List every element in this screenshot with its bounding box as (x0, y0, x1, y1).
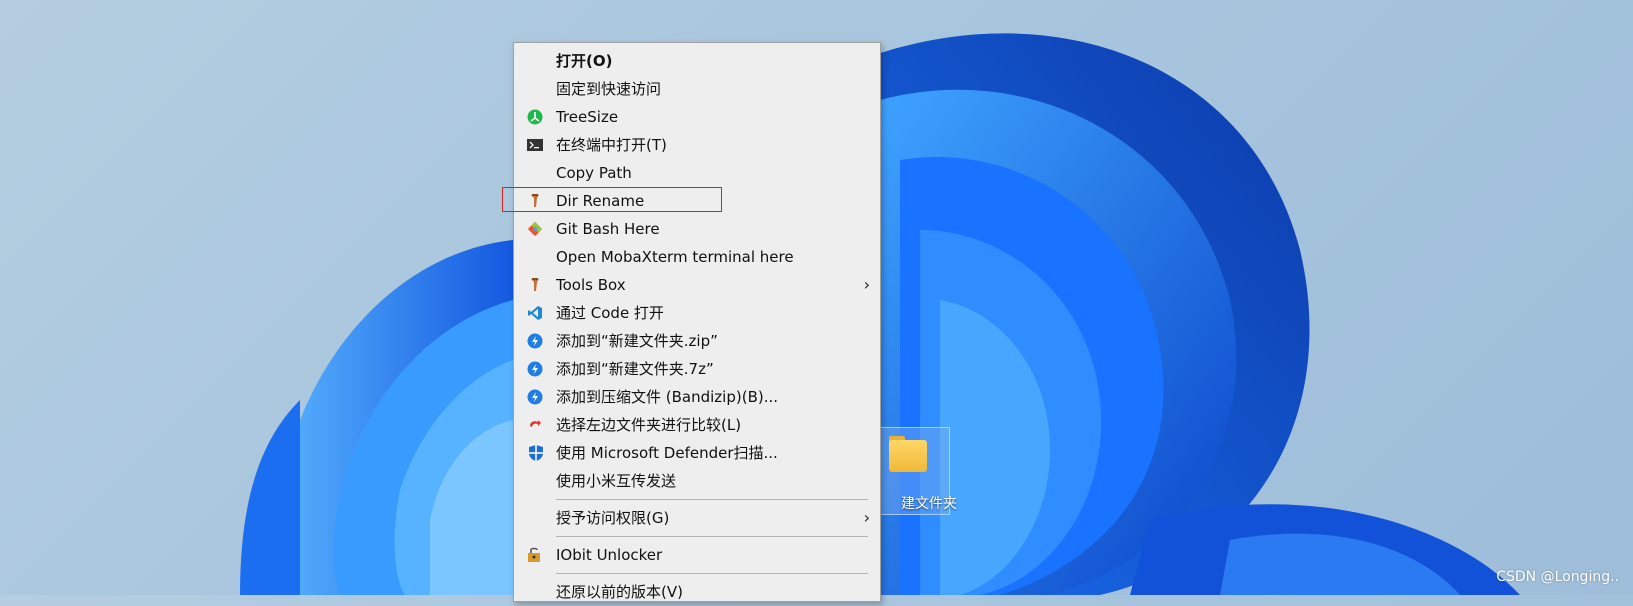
menu-item-pin-quick-access[interactable]: 固定到快速访问 (514, 75, 880, 103)
menu-item-add-archive[interactable]: 添加到压缩文件 (Bandizip)(B)... (514, 383, 880, 411)
menu-item-label: IObit Unlocker (556, 546, 663, 564)
menu-item-copy-path[interactable]: Copy Path (514, 159, 880, 187)
context-menu: 打开(O) 固定到快速访问 TreeSize 在终端中打开(T) Copy Pa… (513, 42, 881, 602)
git-icon (527, 221, 543, 237)
menu-item-add-7z[interactable]: 添加到“新建文件夹.7z” (514, 355, 880, 383)
menu-item-xiaomi-share[interactable]: 使用小米互传发送 (514, 467, 880, 495)
chevron-right-icon: › (863, 275, 870, 294)
menu-item-treesize[interactable]: TreeSize (514, 103, 880, 131)
menu-item-label: 在终端中打开(T) (556, 136, 667, 154)
menu-item-label: TreeSize (556, 108, 619, 126)
menu-item-open-in-terminal[interactable]: 在终端中打开(T) (514, 131, 880, 159)
tools-icon (527, 277, 543, 293)
menu-item-label: Open MobaXterm terminal here (556, 248, 794, 266)
menu-item-compare-left[interactable]: 选择左边文件夹进行比较(L) (514, 411, 880, 439)
vscode-icon (527, 305, 543, 321)
menu-item-open[interactable]: 打开(O) (514, 47, 880, 75)
bandizip-icon (527, 361, 543, 377)
menu-item-restore-previous[interactable]: 还原以前的版本(V) (514, 578, 880, 606)
menu-item-label: 添加到压缩文件 (Bandizip)(B)... (556, 388, 779, 406)
menu-item-add-zip[interactable]: 添加到“新建文件夹.zip” (514, 327, 880, 355)
menu-item-mobaxterm[interactable]: Open MobaXterm terminal here (514, 243, 880, 271)
menu-item-label: 添加到“新建文件夹.zip” (556, 332, 718, 350)
bandizip-icon (527, 333, 543, 349)
menu-item-git-bash[interactable]: Git Bash Here (514, 215, 880, 243)
compare-icon (527, 417, 543, 433)
annotation-highlight-box (502, 187, 722, 212)
terminal-icon (527, 137, 543, 153)
folder-icon (889, 440, 927, 472)
defender-icon (527, 445, 543, 461)
menu-separator (556, 573, 868, 574)
chevron-right-icon: › (863, 508, 870, 527)
menu-item-label: 使用 Microsoft Defender扫描... (556, 444, 778, 462)
menu-item-label: 添加到“新建文件夹.7z” (556, 360, 714, 378)
watermark: CSDN @Longing.. (1496, 569, 1619, 585)
menu-item-label: Tools Box (556, 276, 626, 294)
desktop-folder-selected[interactable]: 建文件夹 (880, 427, 957, 515)
menu-item-label: 打开(O) (556, 52, 613, 70)
menu-item-defender-scan[interactable]: 使用 Microsoft Defender扫描... (514, 439, 880, 467)
menu-item-label: 授予访问权限(G) (556, 509, 670, 527)
menu-item-label: 还原以前的版本(V) (556, 583, 683, 601)
menu-item-grant-access[interactable]: 授予访问权限(G) › (514, 504, 880, 532)
menu-item-label: 通过 Code 打开 (556, 304, 664, 322)
unlocker-icon (527, 547, 543, 563)
menu-item-iobit-unlocker[interactable]: IObit Unlocker (514, 541, 880, 569)
menu-item-label: 选择左边文件夹进行比较(L) (556, 416, 742, 434)
menu-item-label: Git Bash Here (556, 220, 660, 238)
menu-item-tools-box[interactable]: Tools Box › (514, 271, 880, 299)
bandizip-icon (527, 389, 543, 405)
menu-item-label: 使用小米互传发送 (556, 472, 677, 490)
menu-item-label: 固定到快速访问 (556, 80, 662, 98)
desktop-folder-label: 建文件夹 (901, 496, 957, 512)
menu-item-label: Copy Path (556, 164, 632, 182)
treesize-icon (527, 109, 543, 125)
menu-separator (556, 536, 868, 537)
menu-item-open-with-code[interactable]: 通过 Code 打开 (514, 299, 880, 327)
menu-separator (556, 499, 868, 500)
